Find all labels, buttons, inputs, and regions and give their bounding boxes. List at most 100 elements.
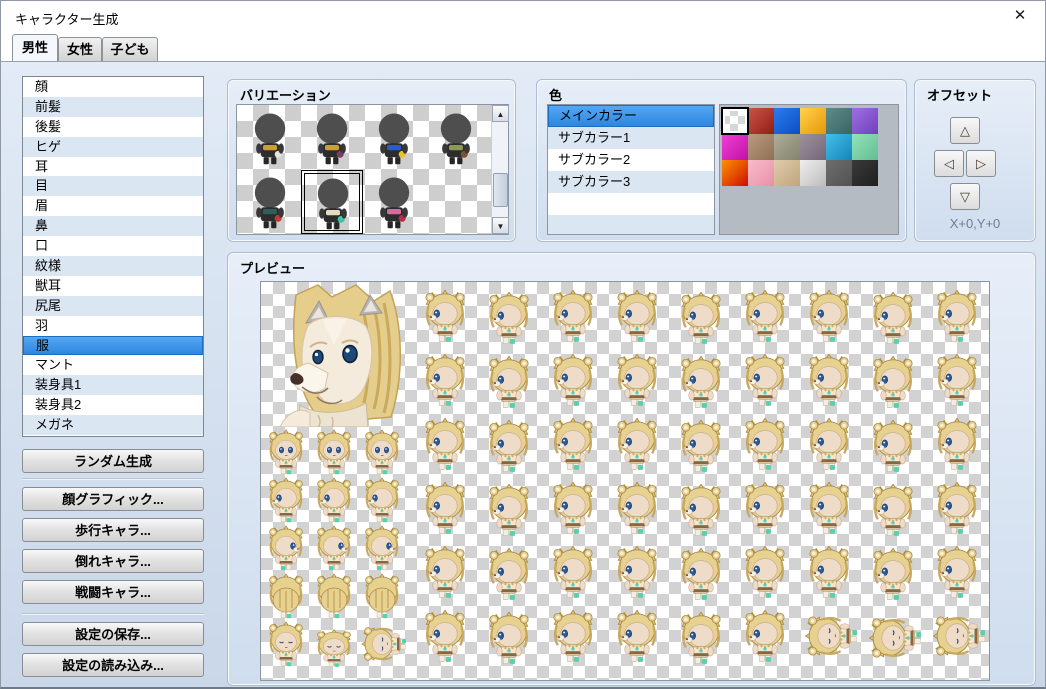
tab-male[interactable]: 男性 <box>12 34 58 61</box>
scroll-up-icon[interactable]: ▲ <box>492 105 509 122</box>
color-option[interactable]: サブカラー2 <box>548 149 714 171</box>
action-button[interactable]: 倒れキャラ... <box>22 549 204 573</box>
part-list-item[interactable]: 羽 <box>23 316 203 336</box>
palette-swatch[interactable] <box>774 108 800 134</box>
preview-sprite <box>609 288 665 349</box>
variation-item[interactable] <box>301 106 363 170</box>
preview-sprite <box>310 524 358 577</box>
preview-sprite <box>310 476 358 529</box>
variation-label: バリエーション <box>240 85 331 104</box>
part-list-item[interactable]: 紋様 <box>23 256 203 276</box>
variation-scrollbar[interactable]: ▲ ▼ <box>491 105 508 234</box>
preview-sprite <box>673 610 729 671</box>
preview-sprite <box>262 620 310 673</box>
palette-swatch[interactable] <box>852 134 878 160</box>
color-option-list: メインカラーサブカラー1サブカラー2サブカラー3 <box>547 104 715 235</box>
color-option[interactable]: メインカラー <box>548 105 714 127</box>
preview-sprite <box>737 288 793 349</box>
part-list-item[interactable]: 目 <box>23 176 203 196</box>
color-option[interactable]: サブカラー1 <box>548 127 714 149</box>
preview-sprite <box>673 482 729 543</box>
preview-sprite <box>673 290 729 351</box>
preview-sprite <box>737 416 793 477</box>
part-list-item[interactable]: 前髪 <box>23 97 203 117</box>
preview-panel: プレビュー <box>227 252 1036 686</box>
part-list-item[interactable]: 口 <box>23 236 203 256</box>
variation-item[interactable] <box>363 106 425 170</box>
palette-swatch[interactable] <box>722 160 748 186</box>
part-list-item[interactable]: ヒゲ <box>23 137 203 157</box>
preview-sprite <box>929 480 985 541</box>
palette-swatch[interactable] <box>722 134 748 160</box>
offset-right-button[interactable]: ▷ <box>966 150 996 177</box>
part-list-item[interactable]: 装身具1 <box>23 375 203 395</box>
preview-sprite <box>358 524 406 577</box>
preview-sprite <box>801 544 857 605</box>
variation-item[interactable] <box>301 170 363 234</box>
action-button[interactable]: 顔グラフィック... <box>22 487 204 511</box>
part-list-item[interactable]: 眉 <box>23 196 203 216</box>
palette-swatch[interactable] <box>852 160 878 186</box>
palette-swatch[interactable] <box>748 134 774 160</box>
palette-swatch[interactable] <box>800 160 826 186</box>
action-button[interactable]: 設定の保存... <box>22 622 204 646</box>
preview-sprite <box>801 608 857 669</box>
action-button[interactable]: 設定の読み込み... <box>22 653 204 677</box>
offset-left-button[interactable]: ◁ <box>934 150 964 177</box>
preview-sprite <box>673 354 729 415</box>
variation-item[interactable] <box>239 170 301 234</box>
part-list-item[interactable]: 鼻 <box>23 216 203 236</box>
part-list-item[interactable]: 後髪 <box>23 117 203 137</box>
preview-sprite <box>481 290 537 351</box>
part-list-item[interactable]: メガネ <box>23 415 203 435</box>
part-list-item[interactable]: 服 <box>23 336 203 356</box>
preview-sprite <box>865 354 921 415</box>
preview-sprite <box>417 480 473 541</box>
preview-sprite <box>545 288 601 349</box>
offset-value: X+0,Y+0 <box>915 216 1035 231</box>
variation-item[interactable] <box>425 106 487 170</box>
part-list-item[interactable]: マント <box>23 355 203 375</box>
offset-up-button[interactable]: △ <box>950 117 980 144</box>
preview-sprite <box>673 418 729 479</box>
preview-sprite <box>609 544 665 605</box>
palette-swatch[interactable] <box>826 134 852 160</box>
palette-swatch[interactable] <box>800 134 826 160</box>
preview-sprite <box>417 288 473 349</box>
color-option-empty-row <box>548 193 714 215</box>
part-list-item[interactable]: 尻尾 <box>23 296 203 316</box>
action-button[interactable]: 戦闘キャラ... <box>22 580 204 604</box>
palette-swatch[interactable] <box>852 108 878 134</box>
preview-label: プレビュー <box>240 258 305 277</box>
scroll-thumb[interactable] <box>493 173 508 207</box>
part-list-item[interactable]: 獣耳 <box>23 276 203 296</box>
action-button[interactable]: ランダム生成 <box>22 449 204 473</box>
variation-box: ▲ ▼ <box>236 104 509 235</box>
palette-swatch[interactable] <box>826 160 852 186</box>
palette-swatch[interactable] <box>800 108 826 134</box>
variation-item[interactable] <box>363 170 425 234</box>
preview-sprite <box>481 354 537 415</box>
tab-female[interactable]: 女性 <box>58 37 102 61</box>
palette-swatch[interactable] <box>722 108 748 134</box>
scroll-down-icon[interactable]: ▼ <box>492 217 509 234</box>
offset-down-button[interactable]: ▽ <box>950 183 980 210</box>
palette-swatch[interactable] <box>826 108 852 134</box>
color-option[interactable]: サブカラー3 <box>548 171 714 193</box>
close-icon[interactable]: ✕ <box>1009 5 1031 27</box>
part-list: 顔前髪後髪ヒゲ耳目眉鼻口紋様獣耳尻尾羽服マント装身具1装身具2メガネ <box>22 76 204 437</box>
palette-swatch[interactable] <box>774 134 800 160</box>
preview-sprite <box>358 620 406 673</box>
palette-swatch[interactable] <box>774 160 800 186</box>
tab-child[interactable]: 子ども <box>102 37 158 61</box>
part-list-item[interactable]: 顔 <box>23 77 203 97</box>
palette-swatch[interactable] <box>748 108 774 134</box>
preview-sprite <box>481 418 537 479</box>
palette-swatch[interactable] <box>748 160 774 186</box>
preview-sprite <box>262 428 310 481</box>
preview-sprite <box>737 608 793 669</box>
part-list-item[interactable]: 装身具2 <box>23 395 203 415</box>
action-button[interactable]: 歩行キャラ... <box>22 518 204 542</box>
variation-item[interactable] <box>239 106 301 170</box>
part-list-item[interactable]: 耳 <box>23 157 203 177</box>
